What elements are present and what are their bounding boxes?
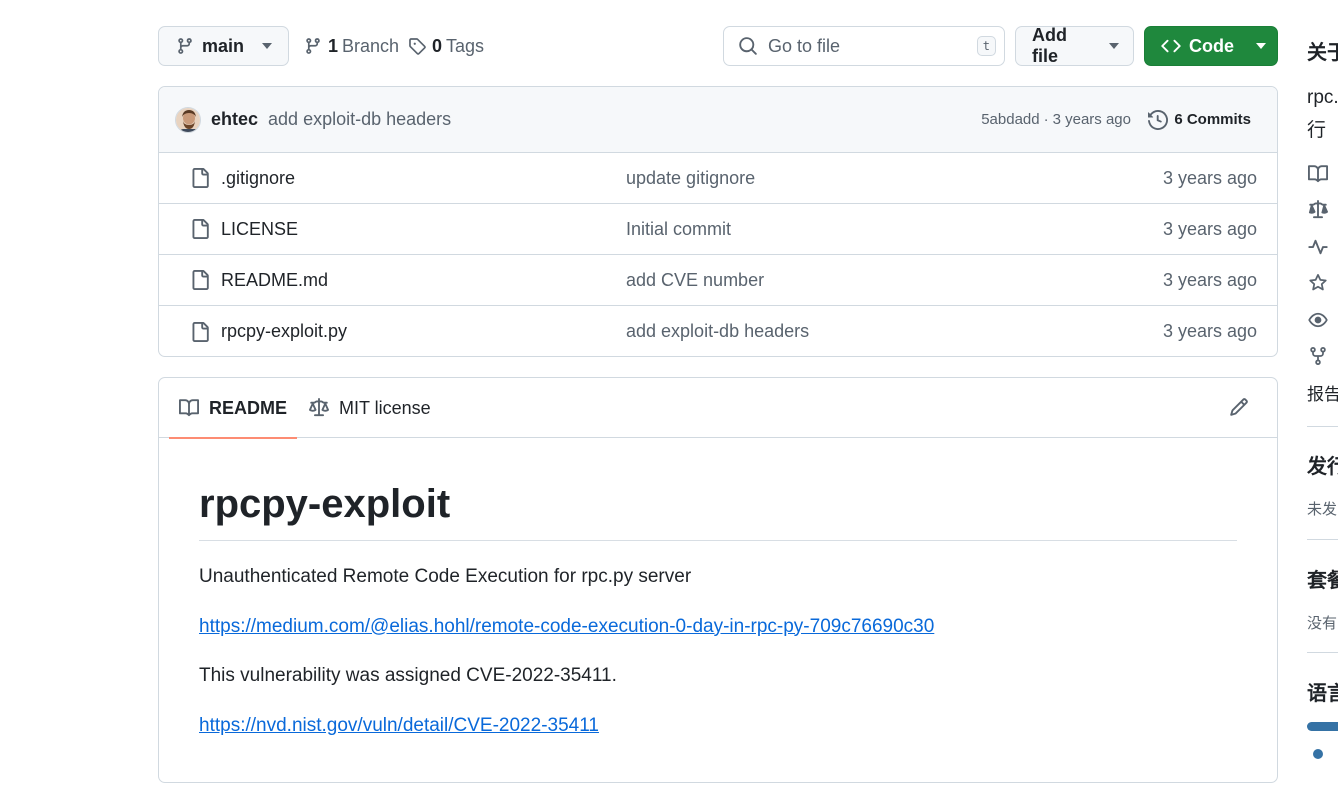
file-row: rpcpy-exploit.py add exploit-db headers … — [159, 306, 1277, 356]
tab-license[interactable]: MIT license — [309, 378, 431, 438]
file-table: ehtec add exploit-db headers 5abdadd · 3… — [158, 86, 1278, 357]
file-commit-message[interactable]: update gitignore — [626, 168, 755, 189]
edit-readme-button[interactable] — [1229, 397, 1249, 417]
sidebar-divider — [1307, 652, 1338, 653]
chevron-down-icon — [1256, 43, 1266, 49]
releases-heading[interactable]: 发行 — [1307, 450, 1338, 479]
history-icon — [1148, 109, 1169, 130]
code-icon — [1161, 36, 1181, 56]
code-label: Code — [1189, 35, 1234, 56]
law-scale-icon — [309, 398, 329, 418]
commit-author[interactable]: ehtec — [211, 109, 258, 130]
about-heading: 关于 — [1307, 42, 1338, 64]
languages-heading: 语言 — [1307, 683, 1338, 705]
readme-tab-bar: README MIT license — [159, 378, 1277, 439]
commits-label: 6 Commits — [1174, 111, 1251, 128]
search-input[interactable] — [768, 35, 967, 57]
file-name[interactable]: LICENSE — [221, 219, 298, 240]
meta-separator: · — [1043, 111, 1049, 128]
fork-icon[interactable] — [1308, 346, 1328, 366]
file-name[interactable]: .gitignore — [221, 168, 295, 189]
file-row: README.md add CVE number 3 years ago — [159, 255, 1277, 306]
tags-link[interactable]: 0 Tags — [408, 26, 484, 66]
report-link[interactable]: 报告 — [1307, 380, 1338, 405]
git-branch-icon — [304, 37, 322, 55]
git-branch-icon — [176, 37, 194, 55]
search-shortcut-key: t — [976, 36, 996, 56]
readme-panel: README MIT license rpcpy-exploit Unauthe… — [158, 377, 1278, 783]
file-age: 3 years ago — [1162, 321, 1257, 341]
file-name[interactable]: rpcpy-exploit.py — [221, 321, 347, 342]
releases-text: 未发 — [1307, 501, 1338, 518]
file-icon — [190, 321, 210, 342]
tag-icon — [408, 37, 426, 55]
readme-content: rpcpy-exploit Unauthenticated Remote Cod… — [159, 480, 1277, 739]
branches-count: 1 — [328, 35, 339, 56]
commits-history-link[interactable]: 6 Commits — [1148, 109, 1251, 130]
file-commit-message[interactable]: Initial commit — [626, 219, 731, 240]
file-age: 3 years ago — [1162, 218, 1257, 239]
code-button[interactable]: Code — [1144, 26, 1278, 66]
readme-description: Unauthenticated Remote Code Execution fo… — [199, 566, 692, 587]
readme-title: rpcpy-exploit — [199, 480, 1237, 541]
sidebar-divider — [1307, 539, 1338, 540]
file-row: LICENSE Initial commit 3 years ago — [159, 204, 1277, 255]
add-file-button[interactable]: Add file — [1015, 25, 1134, 66]
file-commit-message[interactable]: add CVE number — [626, 270, 764, 291]
about-sidebar: 关于 rpc. 行 报告 发行 未发 套餐 没有 语言 — [1307, 0, 1338, 802]
avatar[interactable] — [175, 106, 201, 133]
branches-link[interactable]: 1 Branch — [304, 26, 399, 66]
nvd-cve-link[interactable]: https://nvd.nist.gov/vuln/detail/CVE-202… — [199, 715, 599, 736]
book-icon — [179, 398, 199, 418]
commit-meta: 5abdadd · 3 years ago — [981, 111, 1131, 128]
file-icon — [190, 168, 210, 188]
branch-selector-button[interactable]: main — [158, 26, 289, 66]
sidebar-divider — [1307, 426, 1338, 427]
tab-readme-label: README — [209, 397, 288, 418]
packages-heading[interactable]: 套餐 — [1307, 564, 1338, 593]
tab-license-label: MIT license — [339, 397, 431, 418]
commit-sha[interactable]: 5abdadd — [981, 111, 1039, 128]
file-age: 3 years ago — [1162, 167, 1257, 188]
chevron-down-icon — [262, 43, 273, 49]
language-bar — [1307, 722, 1338, 731]
star-icon[interactable] — [1308, 273, 1328, 293]
add-file-label: Add file — [1032, 25, 1067, 66]
go-to-file-search[interactable]: t — [723, 26, 1005, 66]
medium-article-link[interactable]: https://medium.com/@elias.hohl/remote-co… — [199, 616, 934, 637]
tags-label: Tags — [446, 35, 485, 56]
law-scale-icon[interactable] — [1308, 200, 1328, 220]
search-icon — [738, 36, 758, 56]
eye-icon[interactable] — [1308, 310, 1328, 330]
language-dot — [1313, 749, 1323, 759]
book-icon[interactable] — [1308, 164, 1328, 184]
pulse-icon[interactable] — [1308, 237, 1328, 257]
branches-label: Branch — [342, 35, 400, 56]
file-commit-message[interactable]: add exploit-db headers — [626, 321, 809, 342]
commit-age: 3 years ago — [1052, 111, 1131, 128]
packages-text: 没有 — [1307, 615, 1338, 632]
about-description-line2: 行 — [1307, 120, 1327, 141]
file-age: 3 years ago — [1162, 269, 1257, 290]
branch-name: main — [202, 35, 245, 56]
chevron-down-icon — [1109, 43, 1119, 49]
file-icon — [190, 270, 210, 290]
file-name[interactable]: README.md — [221, 270, 328, 291]
readme-cve-text: This vulnerability was assigned CVE-2022… — [199, 665, 617, 687]
file-icon — [190, 219, 210, 239]
tags-count: 0 — [432, 35, 443, 56]
pencil-icon — [1229, 397, 1249, 417]
about-description-line1: rpc. — [1307, 87, 1338, 108]
tab-readme[interactable]: README — [169, 378, 298, 439]
file-row: .gitignore update gitignore 3 years ago — [159, 153, 1277, 204]
commit-message[interactable]: add exploit-db headers — [268, 109, 451, 130]
latest-commit-bar: ehtec add exploit-db headers 5abdadd · 3… — [159, 87, 1277, 153]
